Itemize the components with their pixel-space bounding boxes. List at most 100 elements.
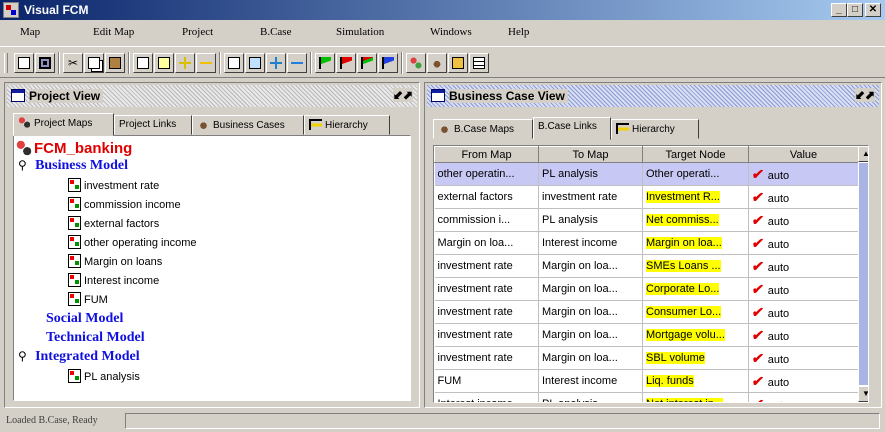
- cell-from-map[interactable]: external factors: [434, 185, 539, 209]
- undock-icon[interactable]: ⬋⬈: [854, 88, 875, 102]
- cell-to-map[interactable]: Margin on loa...: [538, 300, 643, 324]
- tree-map-item[interactable]: Interest income: [68, 273, 159, 287]
- business-case-view-header[interactable]: Business Case View ⬋⬈: [427, 85, 879, 107]
- tree-map-item[interactable]: commission income: [68, 197, 181, 211]
- menu-map[interactable]: Map: [20, 26, 40, 38]
- tree-model-business[interactable]: ⚲ Business Model: [18, 158, 128, 174]
- add-node-icon[interactable]: [175, 53, 195, 73]
- cell-from-map[interactable]: Interest income: [434, 392, 539, 402]
- edit-map-icon[interactable]: [245, 53, 265, 73]
- cell-to-map[interactable]: PL analysis: [538, 162, 643, 186]
- table-row[interactable]: other operatin... PL analysis Other operat…: [434, 162, 859, 186]
- expanded-pin-icon[interactable]: ⚲: [18, 158, 27, 172]
- table-row[interactable]: investment rate Margin on loa... Corporate…: [434, 277, 859, 301]
- cell-target-node[interactable]: Corporate Lo...: [642, 277, 749, 301]
- vertical-scrollbar[interactable]: ▲ ▼: [858, 146, 868, 402]
- cell-to-map[interactable]: Interest income: [538, 369, 643, 393]
- cell-target-node[interactable]: SBL volume: [642, 346, 749, 370]
- minimize-button[interactable]: _: [831, 3, 847, 17]
- scroll-down-button[interactable]: ▼: [858, 386, 868, 402]
- cell-value[interactable]: ✔auto: [748, 392, 859, 402]
- cell-from-map[interactable]: investment rate: [434, 300, 539, 324]
- cell-value[interactable]: ✔auto: [748, 231, 859, 255]
- cell-value[interactable]: ✔auto: [748, 208, 859, 232]
- cell-from-map[interactable]: FUM: [434, 369, 539, 393]
- column-header-value[interactable]: Value: [748, 146, 859, 163]
- table-row[interactable]: investment rate Margin on loa... SMEs Loan…: [434, 254, 859, 278]
- scroll-thumb[interactable]: [858, 162, 868, 386]
- tab-bcase-hierarchy[interactable]: Hierarchy: [611, 119, 699, 139]
- cell-to-map[interactable]: Margin on loa...: [538, 277, 643, 301]
- column-header-from-map[interactable]: From Map: [434, 146, 539, 163]
- menu-windows[interactable]: Windows: [430, 26, 472, 38]
- toolbar-grip[interactable]: [4, 53, 8, 73]
- tree-model-social[interactable]: Social Model: [46, 311, 123, 327]
- table-row[interactable]: commission i... PL analysis Net commiss...…: [434, 208, 859, 232]
- remove-icon[interactable]: [287, 53, 307, 73]
- add-icon[interactable]: [266, 53, 286, 73]
- column-header-target-node[interactable]: Target Node: [642, 146, 749, 163]
- tree-map-item[interactable]: external factors: [68, 216, 159, 230]
- menu-project[interactable]: Project: [182, 26, 213, 38]
- table-icon[interactable]: [469, 53, 489, 73]
- tab-hierarchy[interactable]: Hierarchy: [304, 115, 390, 135]
- cell-to-map[interactable]: PL analysis: [538, 208, 643, 232]
- paste-icon[interactable]: [105, 53, 125, 73]
- cell-value[interactable]: ✔auto: [748, 185, 859, 209]
- cell-from-map[interactable]: investment rate: [434, 346, 539, 370]
- app-icon[interactable]: [3, 2, 19, 18]
- copy-icon[interactable]: [84, 53, 104, 73]
- cell-to-map[interactable]: Margin on loa...: [538, 254, 643, 278]
- cell-value[interactable]: ✔auto: [748, 323, 859, 347]
- table-row[interactable]: external factors investment rate Investmen…: [434, 185, 859, 209]
- tab-project-links[interactable]: Project Links: [114, 115, 192, 135]
- green-flag-icon[interactable]: [315, 53, 335, 73]
- undock-icon[interactable]: ⬋⬈: [392, 88, 413, 102]
- project-view-header[interactable]: Project View ⬋⬈: [7, 85, 417, 107]
- cell-from-map[interactable]: commission i...: [434, 208, 539, 232]
- cell-from-map[interactable]: Margin on loa...: [434, 231, 539, 255]
- cell-value[interactable]: ✔auto: [748, 254, 859, 278]
- tab-project-maps[interactable]: Project Maps: [13, 113, 114, 136]
- cell-value[interactable]: ✔auto: [748, 300, 859, 324]
- tab-bcase-links[interactable]: B.Case Links: [533, 117, 611, 140]
- report-icon[interactable]: [448, 53, 468, 73]
- cell-to-map[interactable]: Margin on loa...: [538, 323, 643, 347]
- new-map-icon[interactable]: [224, 53, 244, 73]
- save-icon[interactable]: [35, 53, 55, 73]
- cell-target-node[interactable]: Investment R...: [642, 185, 749, 209]
- tree-model-integrated[interactable]: ⚲ Integrated Model: [18, 349, 140, 365]
- tree-root[interactable]: FCM_banking: [16, 140, 132, 157]
- tab-bcase-maps[interactable]: B.Case Maps: [433, 119, 533, 139]
- menu-simulation[interactable]: Simulation: [336, 26, 384, 38]
- cell-to-map[interactable]: investment rate: [538, 185, 643, 209]
- cell-value[interactable]: ✔auto: [748, 277, 859, 301]
- close-button[interactable]: ✕: [865, 3, 881, 17]
- cell-from-map[interactable]: other operatin...: [434, 162, 539, 186]
- edit-node-icon[interactable]: [154, 53, 174, 73]
- red-green-flag-icon[interactable]: [357, 53, 377, 73]
- tab-business-cases[interactable]: Business Cases: [192, 115, 304, 135]
- table-row[interactable]: investment rate Margin on loa... Mortgage …: [434, 323, 859, 347]
- maximize-button[interactable]: □: [847, 3, 863, 17]
- business-case-icon[interactable]: [427, 53, 447, 73]
- cell-to-map[interactable]: PL analysis: [538, 392, 643, 402]
- cell-to-map[interactable]: Interest income: [538, 231, 643, 255]
- table-row[interactable]: Margin on loa... Interest income Margin on…: [434, 231, 859, 255]
- tree-map-item[interactable]: Margin on loans: [68, 254, 162, 268]
- cell-target-node[interactable]: Net commiss...: [642, 208, 749, 232]
- table-row[interactable]: investment rate Margin on loa... Consumer …: [434, 300, 859, 324]
- cell-target-node[interactable]: Net interest in...: [642, 392, 749, 402]
- cell-to-map[interactable]: Margin on loa...: [538, 346, 643, 370]
- expanded-pin-icon[interactable]: ⚲: [18, 349, 27, 363]
- project-icon[interactable]: [406, 53, 426, 73]
- cell-target-node[interactable]: Mortgage volu...: [642, 323, 749, 347]
- tree-map-item[interactable]: PL analysis: [68, 369, 140, 383]
- tree-model-technical[interactable]: Technical Model: [46, 330, 145, 346]
- column-header-to-map[interactable]: To Map: [538, 146, 643, 163]
- cell-target-node[interactable]: Consumer Lo...: [642, 300, 749, 324]
- cut-icon[interactable]: ✂: [63, 53, 83, 73]
- cell-value[interactable]: ✔auto: [748, 162, 859, 186]
- new-icon[interactable]: [14, 53, 34, 73]
- tree-map-item[interactable]: FUM: [68, 292, 108, 306]
